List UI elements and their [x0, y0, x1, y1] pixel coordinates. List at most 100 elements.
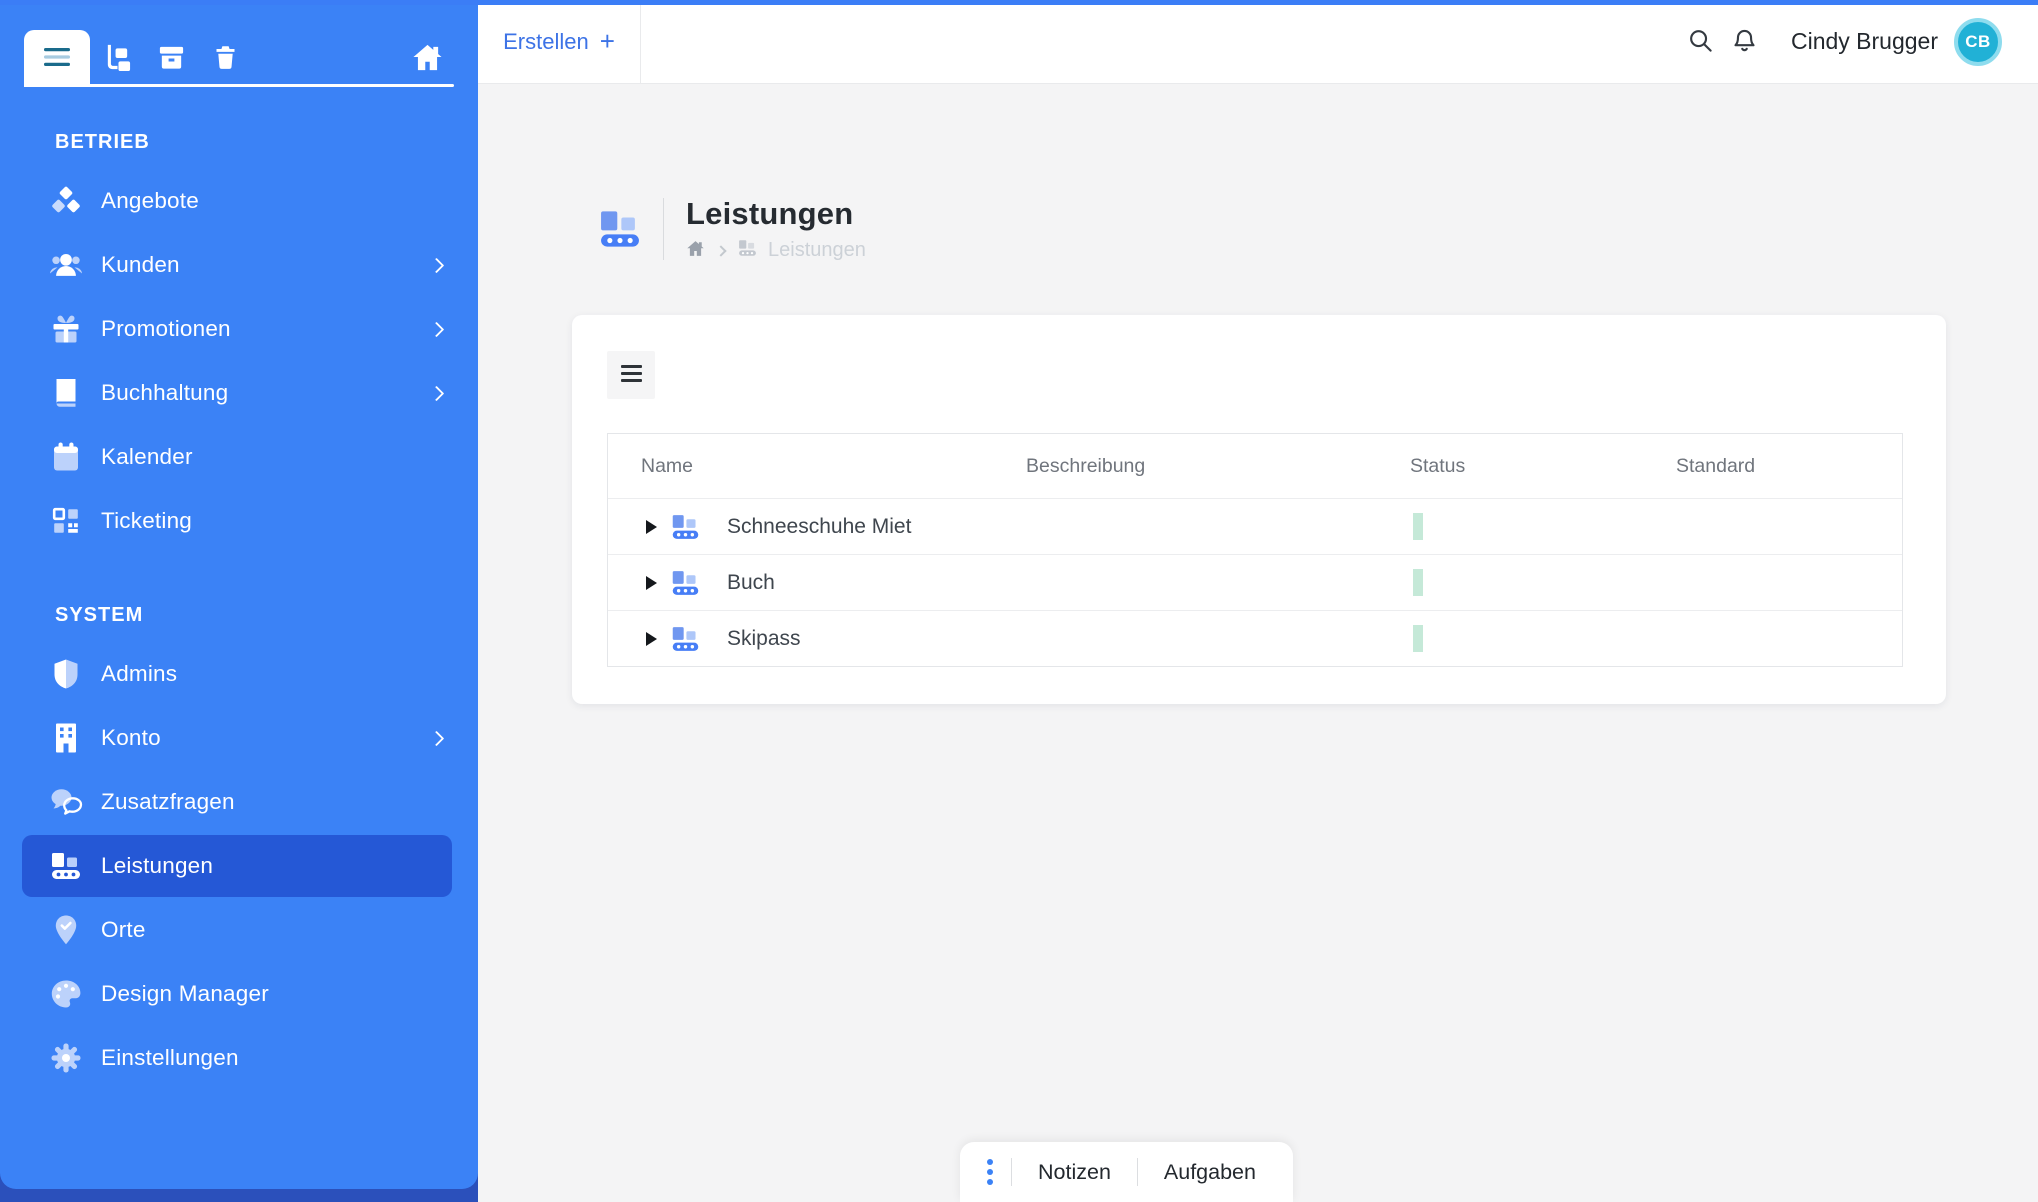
home-icon	[412, 43, 443, 75]
page-title: Leistungen	[686, 196, 866, 232]
service-name: Skipass	[727, 627, 801, 651]
notifications-button[interactable]	[1723, 20, 1767, 64]
section-label-betrieb: BETRIEB	[55, 131, 478, 154]
sidebar-panel: BETRIEB Angebote	[0, 0, 478, 1189]
name-cell: Buch	[608, 569, 1026, 597]
expand-caret-icon[interactable]	[646, 520, 657, 534]
trash-button[interactable]	[198, 30, 252, 87]
section-label-system: SYSTEM	[55, 604, 478, 627]
sidebar-item-einstellungen[interactable]: Einstellungen	[22, 1027, 452, 1089]
map-pin-check-icon	[49, 913, 83, 947]
sidebar-item-kunden[interactable]: Kunden	[22, 234, 452, 296]
sitemap-button[interactable]	[90, 30, 144, 87]
sidebar-item-label: Konto	[101, 725, 161, 751]
sidebar-item-admins[interactable]: Admins	[22, 643, 452, 705]
table-header-row: Name Beschreibung Status Standard	[608, 434, 1902, 498]
chat-bubbles-icon	[49, 785, 83, 819]
column-header-beschreibung: Beschreibung	[1026, 455, 1410, 478]
expand-caret-icon[interactable]	[646, 632, 657, 646]
services-conveyor-icon	[670, 513, 701, 541]
dock-more-button[interactable]	[983, 1155, 997, 1189]
building-icon	[49, 721, 83, 755]
service-name: Schneeschuhe Miet	[727, 515, 911, 539]
palette-icon	[49, 977, 83, 1011]
kebab-dot	[987, 1169, 993, 1175]
bell-icon	[1731, 27, 1758, 57]
search-icon	[1687, 27, 1714, 57]
hamburger-icon	[621, 365, 642, 385]
sidebar-item-label: Leistungen	[101, 853, 213, 879]
table-menu-button[interactable]	[607, 351, 655, 399]
services-table: Name Beschreibung Status Standard	[607, 433, 1903, 667]
services-conveyor-icon	[670, 569, 701, 597]
chevron-right-icon	[429, 257, 445, 273]
cubes-icon	[49, 184, 83, 218]
sidebar-item-label: Design Manager	[101, 981, 269, 1007]
sidebar-toolbar	[24, 30, 454, 87]
gear-icon	[49, 1041, 83, 1075]
topbar: Erstellen +	[478, 0, 2038, 84]
home-icon[interactable]	[686, 240, 705, 262]
calendar-icon	[49, 440, 83, 474]
toolbar-underline	[24, 84, 454, 87]
tab-aufgaben[interactable]: Aufgaben	[1138, 1160, 1282, 1185]
title-block: Leistungen	[686, 196, 866, 262]
expand-caret-icon[interactable]	[646, 576, 657, 590]
services-conveyor-icon	[49, 849, 83, 883]
plus-icon: +	[600, 28, 615, 54]
title-divider	[663, 198, 664, 260]
sidebar-item-kalender[interactable]: Kalender	[22, 426, 452, 488]
user-name[interactable]: Cindy Brugger	[1791, 28, 1938, 55]
sidebar-item-label: Promotionen	[101, 316, 231, 342]
sidebar-item-angebote[interactable]: Angebote	[22, 170, 452, 232]
column-header-status: Status	[1410, 455, 1676, 478]
page-content: Leistungen	[478, 84, 2038, 1202]
services-conveyor-icon	[670, 625, 701, 653]
book-icon	[49, 376, 83, 410]
search-button[interactable]	[1679, 20, 1723, 64]
name-cell: Schneeschuhe Miet	[608, 513, 1026, 541]
sidebar-item-leistungen[interactable]: Leistungen	[22, 835, 452, 897]
status-cell	[1410, 518, 1676, 536]
breadcrumb: Leistungen	[686, 239, 866, 262]
sidebar-item-buchhaltung[interactable]: Buchhaltung	[22, 362, 452, 424]
sidebar: BETRIEB Angebote	[0, 0, 478, 1202]
trash-icon	[212, 43, 239, 75]
sidebar-item-konto[interactable]: Konto	[22, 707, 452, 769]
avatar[interactable]: CB	[1954, 18, 2002, 66]
services-conveyor-icon-gray	[737, 239, 758, 262]
table-row[interactable]: Skipass	[608, 610, 1902, 666]
topbar-right: Cindy Brugger CB	[1679, 0, 2038, 83]
create-button[interactable]: Erstellen +	[478, 0, 641, 83]
table-row[interactable]: Buch	[608, 554, 1902, 610]
sidebar-item-label: Orte	[101, 917, 146, 943]
chevron-right-icon	[429, 730, 445, 746]
sidebar-item-label: Kalender	[101, 444, 193, 470]
app-root: BETRIEB Angebote	[0, 0, 2038, 1202]
chevron-right-icon	[715, 245, 726, 256]
page-header: Leistungen	[597, 196, 2038, 262]
sidebar-item-promotionen[interactable]: Promotionen	[22, 298, 452, 360]
name-cell: Skipass	[608, 625, 1026, 653]
menu-toggle-button[interactable]	[24, 30, 90, 87]
tab-notizen[interactable]: Notizen	[1012, 1160, 1137, 1185]
sidebar-item-zusatzfragen[interactable]: Zusatzfragen	[22, 771, 452, 833]
table-row[interactable]: Schneeschuhe Miet	[608, 498, 1902, 554]
top-accent-bar	[0, 0, 2038, 5]
home-button[interactable]	[400, 30, 454, 87]
main-area: Erstellen +	[478, 0, 2038, 1202]
users-icon	[49, 248, 83, 282]
sidebar-item-label: Ticketing	[101, 508, 192, 534]
hamburger-icon	[44, 47, 70, 70]
archive-icon	[157, 43, 186, 75]
sidebar-item-label: Buchhaltung	[101, 380, 228, 406]
sidebar-item-label: Kunden	[101, 252, 180, 278]
breadcrumb-current: Leistungen	[768, 239, 866, 262]
shield-icon	[49, 657, 83, 691]
archive-button[interactable]	[144, 30, 198, 87]
sidebar-item-design-manager[interactable]: Design Manager	[22, 963, 452, 1025]
sidebar-item-label: Admins	[101, 661, 177, 687]
sidebar-item-orte[interactable]: Orte	[22, 899, 452, 961]
sidebar-item-ticketing[interactable]: Ticketing	[22, 490, 452, 552]
column-header-standard: Standard	[1676, 455, 1902, 478]
